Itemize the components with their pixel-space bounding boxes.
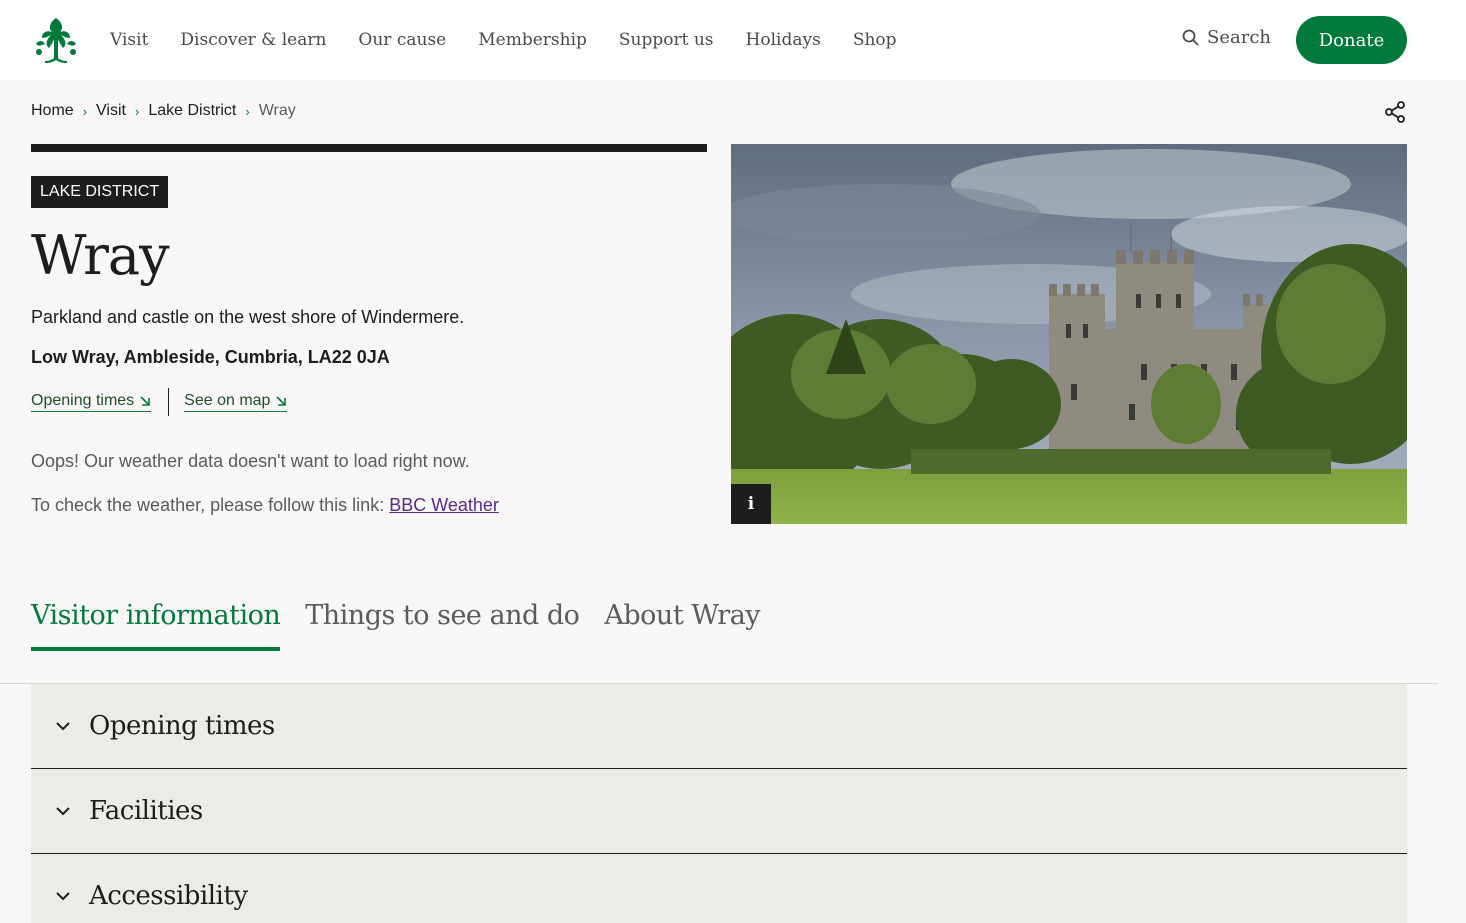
accordion-opening-times[interactable]: Opening times bbox=[31, 684, 1407, 769]
hero-image bbox=[731, 144, 1407, 524]
arrow-down-right-icon bbox=[276, 396, 287, 406]
tab-about-wray[interactable]: About Wray bbox=[604, 600, 760, 651]
breadcrumb-home[interactable]: Home bbox=[31, 102, 74, 120]
accordion-facilities[interactable]: Facilities bbox=[31, 769, 1407, 854]
donate-button[interactable]: Donate bbox=[1296, 16, 1407, 64]
place-address: Low Wray, Ambleside, Cumbria, LA22 0JA bbox=[31, 347, 390, 367]
search-button[interactable]: Search bbox=[1182, 27, 1271, 48]
chevron-down-icon bbox=[56, 722, 70, 731]
nav-item-shop[interactable]: Shop bbox=[853, 30, 897, 50]
content-tabs: Visitor information Things to see and do… bbox=[31, 600, 785, 651]
weather-check-prefix: To check the weather, please follow this… bbox=[31, 495, 390, 515]
weather-error-message: Oops! Our weather data doesn't want to l… bbox=[31, 451, 470, 471]
nav-item-holidays[interactable]: Holidays bbox=[746, 30, 821, 50]
oak-leaf-logo-icon[interactable] bbox=[30, 14, 82, 66]
tab-visitor-information[interactable]: Visitor information bbox=[31, 600, 281, 651]
chevron-right-icon: › bbox=[245, 103, 250, 119]
image-info-button[interactable]: i bbox=[731, 484, 771, 524]
nav-item-visit[interactable]: Visit bbox=[110, 30, 148, 50]
breadcrumb: Home › Visit › Lake District › Wray bbox=[31, 102, 296, 120]
share-icon[interactable] bbox=[1383, 100, 1407, 124]
accordion-label: Opening times bbox=[89, 711, 275, 741]
breadcrumb-current: Wray bbox=[258, 102, 296, 119]
nav-item-discover-learn[interactable]: Discover & learn bbox=[180, 30, 326, 50]
accordion-label: Facilities bbox=[89, 796, 203, 826]
opening-times-link[interactable]: Opening times bbox=[31, 392, 152, 412]
bbc-weather-link[interactable]: BBC Weather bbox=[389, 495, 499, 515]
breadcrumb-visit[interactable]: Visit bbox=[96, 102, 126, 120]
chevron-right-icon: › bbox=[82, 103, 88, 119]
site-header: Visit Discover & learn Our cause Members… bbox=[0, 0, 1466, 80]
chevron-down-icon bbox=[56, 892, 70, 901]
search-label: Search bbox=[1207, 27, 1271, 48]
chevron-down-icon bbox=[56, 807, 70, 816]
opening-times-link-label: Opening times bbox=[31, 392, 135, 409]
see-on-map-link-label: See on map bbox=[184, 392, 271, 409]
accordion-accessibility[interactable]: Accessibility bbox=[31, 854, 1407, 923]
breadcrumb-lake-district[interactable]: Lake District bbox=[148, 102, 236, 120]
search-icon bbox=[1182, 29, 1199, 46]
main-nav: Visit Discover & learn Our cause Members… bbox=[110, 0, 929, 80]
place-description: Parkland and castle on the west shore of… bbox=[31, 307, 465, 327]
hero-divider bbox=[31, 144, 707, 152]
visitor-info-accordion: Opening times Facilities Accessibility bbox=[31, 684, 1407, 923]
nav-item-membership[interactable]: Membership bbox=[478, 30, 587, 50]
chevron-right-icon: › bbox=[134, 103, 140, 119]
weather-check-text: To check the weather, please follow this… bbox=[31, 495, 499, 516]
link-divider bbox=[168, 388, 170, 416]
nav-item-our-cause[interactable]: Our cause bbox=[358, 30, 446, 50]
page-title: Wray bbox=[31, 224, 170, 287]
arrow-down-right-icon bbox=[140, 396, 150, 406]
region-tag[interactable]: LAKE DISTRICT bbox=[31, 176, 169, 208]
tab-things-to-see-and-do[interactable]: Things to see and do bbox=[305, 600, 580, 651]
jump-links: Opening times See on map bbox=[31, 388, 288, 416]
nav-item-support-us[interactable]: Support us bbox=[619, 30, 714, 50]
see-on-map-link[interactable]: See on map bbox=[184, 392, 288, 412]
accordion-label: Accessibility bbox=[89, 881, 248, 911]
